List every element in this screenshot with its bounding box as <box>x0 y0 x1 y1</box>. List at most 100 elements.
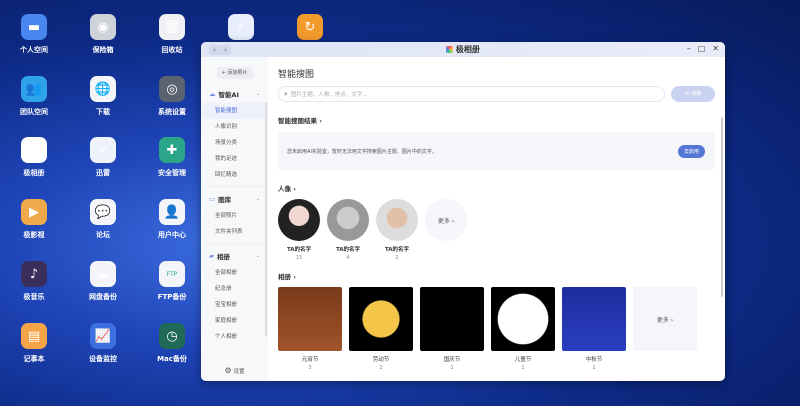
chevron-down-icon: ⌄ <box>255 196 260 202</box>
sidebar-item[interactable]: 个人相册 <box>201 329 268 345</box>
sidebar-item[interactable]: 家庭相册 <box>201 313 268 329</box>
results-title[interactable]: 智能搜图结果 › <box>278 115 715 125</box>
group-label: 图库 <box>218 196 232 204</box>
notepad-icon: ▤ <box>21 323 47 349</box>
video-icon: ▶ <box>21 199 47 225</box>
desktop-app[interactable]: ◉ 保险箱 <box>78 14 128 55</box>
sidebar-item[interactable]: 场景分类 <box>201 135 268 151</box>
person-item[interactable]: TA的名字 4 <box>327 199 369 261</box>
settings-label: 设置 <box>233 369 245 375</box>
thunder-bird-icon: ➶ <box>90 137 116 163</box>
person-avatar <box>376 199 418 241</box>
sidebar: + 添加照片 ☁ 智能AI ⌄ 智能搜图 人像识别 场景分类 我的足迹 回忆精选 ▭ 图库 ⌄ 全部照… <box>201 57 268 381</box>
close-icon[interactable]: ✕ <box>712 44 719 53</box>
desktop-app[interactable]: ♪ 极音乐 <box>9 261 59 302</box>
album-thumbnail <box>420 287 484 351</box>
desktop-app[interactable]: 🌐 下载 <box>78 76 128 117</box>
sidebar-item[interactable]: 全部相册 <box>201 265 268 281</box>
desktop-app[interactable]: 👤 用户中心 <box>147 199 197 240</box>
more-people-button[interactable]: 更多 › <box>425 199 467 261</box>
more-albums-button[interactable]: 更多 › <box>633 287 697 371</box>
sidebar-item[interactable]: 文件夹列表 <box>201 224 268 240</box>
settings-button[interactable]: ⚙ 设置 <box>201 366 268 375</box>
desktop-app[interactable]: ◷ Mac备份 <box>147 323 197 364</box>
more-label: 更多 › <box>633 287 697 351</box>
people-title[interactable]: 人像 › <box>278 183 715 193</box>
desktop-app-label: 极音乐 <box>23 293 45 301</box>
album-name: 劳动节 <box>372 357 390 363</box>
desktop-app-label: 安全管理 <box>158 169 186 177</box>
maximize-icon[interactable]: □ <box>698 44 706 53</box>
person-count: 2 <box>395 255 399 261</box>
person-name: TA的名字 <box>286 247 312 253</box>
sidebar-item[interactable]: 全部照片 <box>201 208 268 224</box>
cloud-backup-icon: ☁ <box>90 261 116 287</box>
sidebar-scrollbar[interactable] <box>265 102 267 337</box>
desktop-app[interactable]: ✚ 安全管理 <box>147 137 197 178</box>
album-name: 中秋节 <box>585 357 603 363</box>
desktop-app-label: 下载 <box>96 108 110 116</box>
desktop-app-label: 设备监控 <box>89 355 117 363</box>
person-avatar <box>278 199 320 241</box>
sidebar-item[interactable]: 宝宝相册 <box>201 297 268 313</box>
desktop-app-label: 保险箱 <box>92 46 114 54</box>
sidebar-item[interactable]: 我的足迹 <box>201 151 268 167</box>
albums-title[interactable]: 相册 › <box>278 271 715 281</box>
album-item[interactable]: 国庆节 1 <box>420 287 484 371</box>
search-icon: ⌕ <box>284 89 288 98</box>
desktop-app[interactable]: ➶ 迅雷 <box>78 137 128 178</box>
desktop-app[interactable]: 💬 论坛 <box>78 199 128 240</box>
sidebar-group[interactable]: ☁ 智能AI ⌄ <box>201 85 268 103</box>
settings-icon: ◎ <box>159 76 185 102</box>
desktop-app[interactable]: ☁ 网盘备份 <box>78 261 128 302</box>
add-photo-button[interactable]: + 添加照片 <box>216 67 253 79</box>
desktop-app[interactable]: 👥 团队空间 <box>9 76 59 117</box>
sidebar-item[interactable]: 纪念册 <box>201 281 268 297</box>
group-icon: ☁ <box>209 90 216 98</box>
safe-icon: ◉ <box>90 14 116 40</box>
group-label: 智能AI <box>218 91 239 99</box>
desktop-app[interactable]: 🗑 回收站 <box>147 14 197 55</box>
desktop-app[interactable]: ✿ 极相册 <box>9 137 59 178</box>
person-count: 15 <box>295 255 303 261</box>
album-count: 2 <box>379 365 383 371</box>
desktop-app-label: 回收站 <box>161 46 183 54</box>
sidebar-item[interactable]: 人像识别 <box>201 119 268 135</box>
desktop-app-label: 极影视 <box>23 231 45 239</box>
album-item[interactable]: 元宵节 3 <box>278 287 342 371</box>
time-machine-icon: ◷ <box>159 323 185 349</box>
search-input[interactable]: ⌕ 图片主题、人物、地点、文字... <box>278 86 665 102</box>
desktop-app[interactable]: ▬ 个人空间 <box>9 14 59 55</box>
ai-search-button[interactable]: AI 搜索 <box>671 86 715 102</box>
chart-icon: 📈 <box>90 323 116 349</box>
desktop-app[interactable]: ⚡ <box>216 14 266 45</box>
desktop-app-label: 网盘备份 <box>89 293 117 301</box>
sidebar-item[interactable]: 回忆精选 <box>201 167 268 183</box>
desktop-app[interactable]: FTP FTP备份 <box>147 261 197 302</box>
lightning-icon: ⚡ <box>228 14 254 40</box>
person-item[interactable]: TA的名字 2 <box>376 199 418 261</box>
album-item[interactable]: 中秋节 1 <box>562 287 626 371</box>
title-bar: ‹ › 极相册 – □ ✕ <box>201 42 725 57</box>
album-item[interactable]: 劳动节 2 <box>349 287 413 371</box>
desktop-app[interactable]: 📈 设备监控 <box>78 323 128 364</box>
search-placeholder: 图片主题、人物、地点、文字... <box>290 92 368 98</box>
desktop-app-label: Mac备份 <box>157 355 187 363</box>
minimize-icon[interactable]: – <box>687 44 691 53</box>
sidebar-item[interactable]: 智能搜图 <box>201 103 268 119</box>
desktop-app[interactable]: ▤ 记事本 <box>9 323 59 364</box>
album-thumbnail <box>349 287 413 351</box>
album-thumbnail <box>491 287 555 351</box>
sidebar-group[interactable]: ▰ 相册 ⌄ <box>201 247 268 265</box>
chat-icon: 💬 <box>90 199 116 225</box>
desktop-app[interactable]: ◎ 系统设置 <box>147 76 197 117</box>
album-item[interactable]: 儿童节 1 <box>491 287 555 371</box>
main-scrollbar[interactable] <box>721 117 723 297</box>
person-item[interactable]: TA的名字 15 <box>278 199 320 261</box>
enable-button[interactable]: 去启用 <box>677 144 705 158</box>
more-label: 更多 › <box>425 199 467 241</box>
sidebar-group[interactable]: ▭ 图库 ⌄ <box>201 190 268 208</box>
desktop-app[interactable]: ▶ 极影视 <box>9 199 59 240</box>
desktop-app[interactable]: ↻ <box>285 14 335 45</box>
photo-app-window: ‹ › 极相册 – □ ✕ + 添加照片 ☁ 智能AI ⌄ 智能搜图 人像识别 场景分类我… <box>201 42 725 381</box>
